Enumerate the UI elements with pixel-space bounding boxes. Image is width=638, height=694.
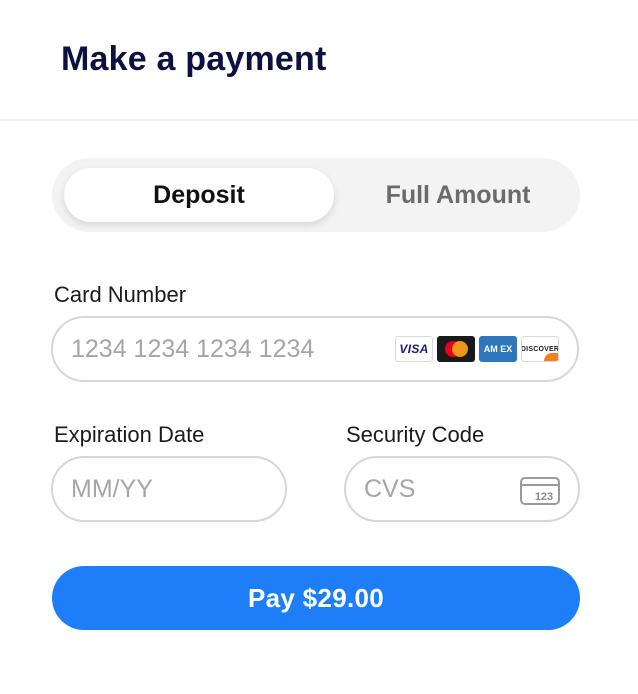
security-code-label: Security Code [346, 422, 485, 447]
card-number-field: VISA AM EX DISCOVER [51, 316, 579, 382]
amex-logo-icon: AM EX [479, 336, 517, 362]
card-cvc-icon: 123 [520, 477, 560, 505]
deposit-option[interactable]: Deposit [64, 168, 334, 222]
expiration-date-label: Expiration Date [54, 422, 205, 447]
discover-logo-icon: DISCOVER [521, 336, 559, 362]
header: Make a payment [0, 0, 638, 121]
security-code-field: 123 [344, 456, 580, 522]
pay-button[interactable]: Pay $29.00 [52, 566, 580, 630]
mastercard-logo-icon [437, 336, 475, 362]
full-amount-option[interactable]: Full Amount [352, 168, 564, 222]
payment-type-toggle: Deposit Full Amount [52, 158, 580, 232]
card-number-label: Card Number [54, 282, 187, 307]
expiration-date-input[interactable] [53, 458, 285, 520]
page-title: Make a payment [61, 40, 327, 78]
expiration-date-field [51, 456, 287, 522]
visa-logo-icon: VISA [395, 336, 433, 362]
svg-text:123: 123 [535, 491, 553, 503]
card-brands: VISA AM EX DISCOVER [395, 336, 559, 362]
